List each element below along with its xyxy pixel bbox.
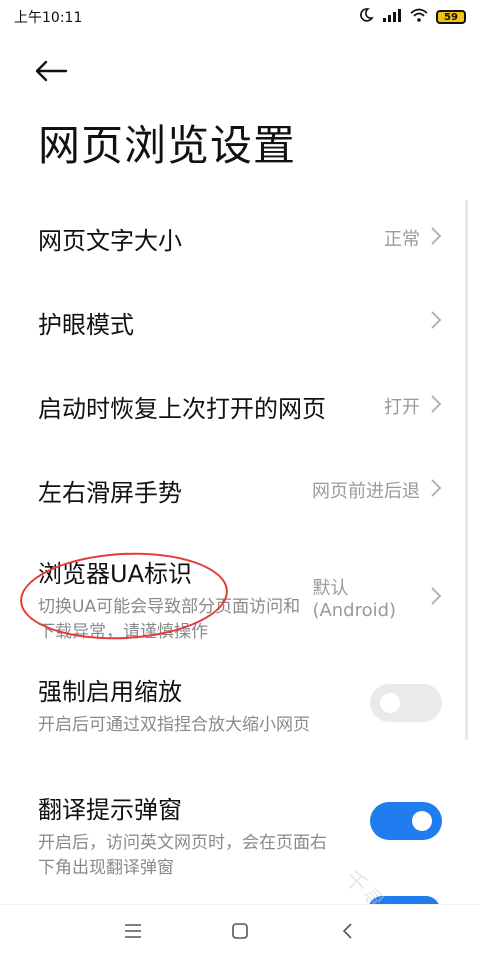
chevron-right-icon (430, 394, 442, 418)
setting-right: 打开 (384, 393, 442, 419)
setting-translate-popup[interactable]: 翻译提示弹窗 开启后，访问英文网页时，会在页面右下角出现翻译弹窗 (0, 768, 480, 886)
setting-description: 切换UA可能会导致部分页面访问和下载异常，请谨慎操作 (38, 597, 301, 642)
navigation-bar (0, 904, 480, 960)
back-icon (341, 922, 353, 944)
toggle-knob (380, 693, 400, 713)
nav-back-button[interactable] (327, 913, 367, 953)
status-icons: 59 (358, 7, 466, 27)
setting-right (430, 310, 442, 334)
setting-label: 浏览器UA标识 (38, 560, 192, 588)
screen: 上午10:11 59 网页浏览设置 网页文字大小 正常 护眼模式 启动时恢复上次… (0, 0, 480, 960)
page-title: 网页浏览设置 (38, 121, 297, 170)
setting-eye-mode[interactable]: 护眼模式 (0, 280, 480, 364)
setting-description: 开启后可通过双指捏合放大缩小网页 (38, 715, 310, 735)
battery-icon: 59 (436, 10, 466, 24)
setting-value: 打开 (384, 397, 420, 418)
setting-value: 网页前进后退 (312, 481, 420, 502)
moon-icon (358, 7, 374, 27)
setting-label: 左右滑屏手势 (38, 478, 182, 507)
nav-home-button[interactable] (220, 913, 260, 953)
setting-value: 正常 (384, 229, 420, 250)
setting-value: 默认(Android) (312, 578, 397, 621)
setting-texts: 浏览器UA标识 切换UA可能会导致部分页面访问和下载异常，请谨慎操作 (38, 554, 312, 645)
status-bar: 上午10:11 59 (0, 0, 480, 34)
setting-right: 网页前进后退 (312, 477, 442, 503)
chevron-right-icon (430, 226, 442, 250)
setting-label: 翻译提示弹窗 (38, 796, 182, 824)
back-button[interactable] (34, 56, 78, 90)
setting-texts: 强制启用缩放 开启后可通过双指捏合放大缩小网页 (38, 672, 310, 738)
setting-force-zoom[interactable]: 强制启用缩放 开启后可通过双指捏合放大缩小网页 (0, 650, 480, 768)
signal-icon (382, 8, 402, 26)
setting-text-size[interactable]: 网页文字大小 正常 (0, 196, 480, 280)
setting-label: 启动时恢复上次打开的网页 (38, 394, 326, 423)
translate-popup-toggle[interactable] (370, 802, 442, 840)
setting-label: 强制启用缩放 (38, 678, 182, 706)
home-icon (231, 922, 249, 944)
setting-restore-pages[interactable]: 启动时恢复上次打开的网页 打开 (0, 364, 480, 448)
menu-icon (124, 923, 142, 942)
setting-label: 网页文字大小 (38, 226, 182, 255)
wifi-icon (410, 8, 428, 26)
status-time: 上午10:11 (14, 10, 83, 26)
setting-right: 正常 (384, 225, 442, 251)
setting-right: 默认(Android) (312, 574, 442, 621)
setting-browser-ua[interactable]: 浏览器UA标识 切换UA可能会导致部分页面访问和下载异常，请谨慎操作 默认(An… (0, 532, 480, 650)
chevron-right-icon (430, 586, 442, 610)
toggle-knob (412, 811, 432, 831)
nav-menu-button[interactable] (113, 913, 153, 953)
settings-list: 网页文字大小 正常 护眼模式 启动时恢复上次打开的网页 打开 左右滑屏手势 网页… (0, 196, 480, 886)
force-zoom-toggle[interactable] (370, 684, 442, 722)
chevron-right-icon (430, 310, 442, 334)
back-arrow-icon (34, 60, 68, 86)
setting-swipe-gesture[interactable]: 左右滑屏手势 网页前进后退 (0, 448, 480, 532)
setting-description: 开启后，访问英文网页时，会在页面右下角出现翻译弹窗 (38, 833, 327, 878)
chevron-right-icon (430, 478, 442, 502)
setting-texts: 翻译提示弹窗 开启后，访问英文网页时，会在页面右下角出现翻译弹窗 (38, 790, 338, 881)
setting-label: 护眼模式 (38, 310, 134, 339)
